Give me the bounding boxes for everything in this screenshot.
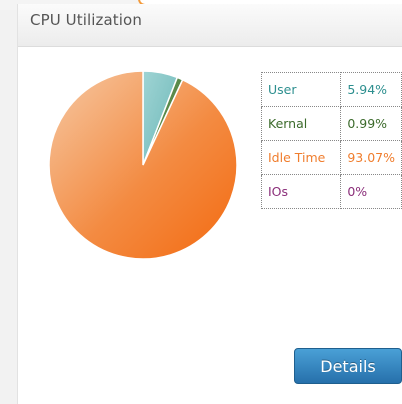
stats-row-user: User 5.94% (260, 72, 402, 107)
cpu-pie-chart (48, 70, 238, 260)
stat-value-ios: 0% (340, 174, 402, 209)
stat-value-kernal: 0.99% (340, 106, 402, 141)
stat-value-idle-time: 93.07% (340, 140, 402, 175)
stat-label-user: User (260, 72, 342, 107)
details-button[interactable]: Details (294, 348, 402, 384)
stat-label-idle-time: Idle Time (260, 140, 342, 175)
stats-row-ios: IOs 0% (260, 174, 402, 209)
stats-row-kernal: Kernal 0.99% (260, 106, 402, 141)
stat-label-ios: IOs (260, 174, 342, 209)
pie-slice-idle-time (48, 70, 238, 260)
panel-title: CPU Utilization (30, 11, 142, 29)
stat-label-kernal: Kernal (260, 106, 342, 141)
cpu-stats-table: User 5.94% Kernal 0.99% Idle Time 93.07%… (260, 72, 402, 209)
stat-value-user: 5.94% (340, 72, 402, 107)
stats-row-idle: Idle Time 93.07% (260, 140, 402, 175)
panel-header: CPU Utilization (18, 4, 402, 47)
